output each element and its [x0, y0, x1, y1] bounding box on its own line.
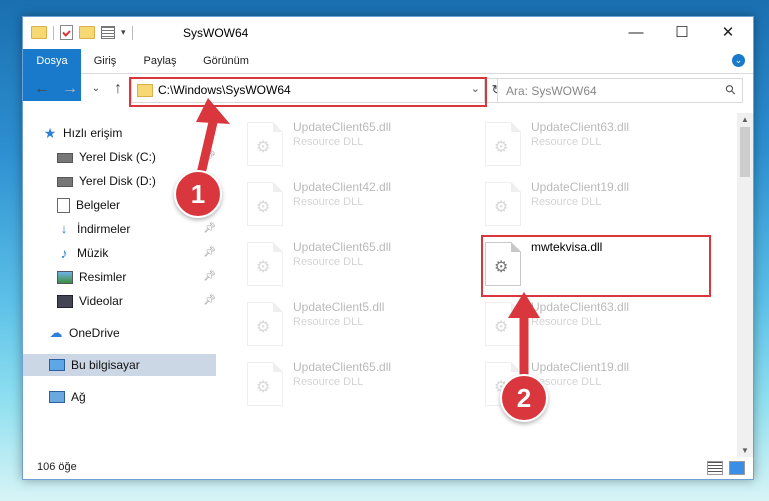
step-2-badge: 2: [500, 374, 548, 422]
arrow-1-head: [196, 98, 230, 124]
step-1-badge: 1: [174, 170, 222, 218]
annotation-arrows: [195, 98, 540, 378]
arrow-2-head: [508, 292, 540, 318]
arrow-1-shaft: [195, 116, 219, 180]
